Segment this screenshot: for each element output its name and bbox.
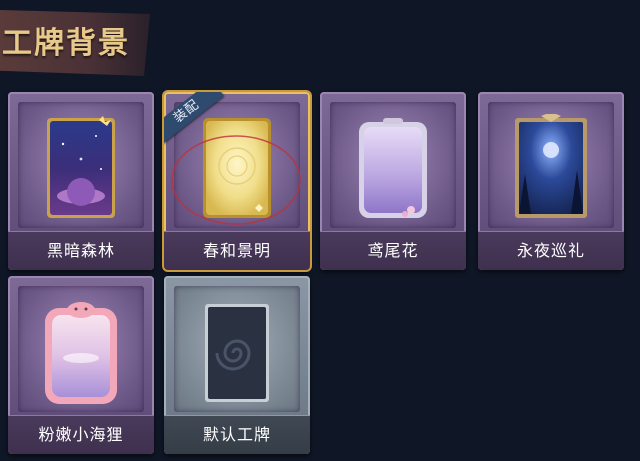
card-label: 黑暗森林 xyxy=(8,231,154,270)
card-iris[interactable]: 鸢尾花 xyxy=(320,92,466,270)
card-label: 粉嫩小海狸 xyxy=(8,415,154,454)
card-label: 默认工牌 xyxy=(164,415,310,454)
card-label: 春和景明 xyxy=(164,231,310,270)
card-dark-forest[interactable]: 黑暗森林 xyxy=(8,92,154,270)
card-label: 永夜巡礼 xyxy=(478,231,624,270)
default-badge-thumbnail xyxy=(205,304,269,402)
card-pink-beaver[interactable]: 粉嫩小海狸 xyxy=(8,276,154,454)
dark-forest-thumbnail xyxy=(47,116,115,218)
eternal-night-thumbnail xyxy=(515,114,587,218)
page-title: 工牌背景 xyxy=(2,26,130,61)
red-ring-decoration xyxy=(171,135,301,225)
iris-thumbnail xyxy=(359,118,427,218)
pink-beaver-thumbnail xyxy=(45,302,117,404)
card-label: 鸢尾花 xyxy=(320,231,466,270)
card-spring-bright[interactable]: 装配 春和景明 xyxy=(164,92,310,270)
card-default-badge[interactable]: 默认工牌 xyxy=(164,276,310,454)
card-eternal-night[interactable]: 永夜巡礼 xyxy=(478,92,624,270)
